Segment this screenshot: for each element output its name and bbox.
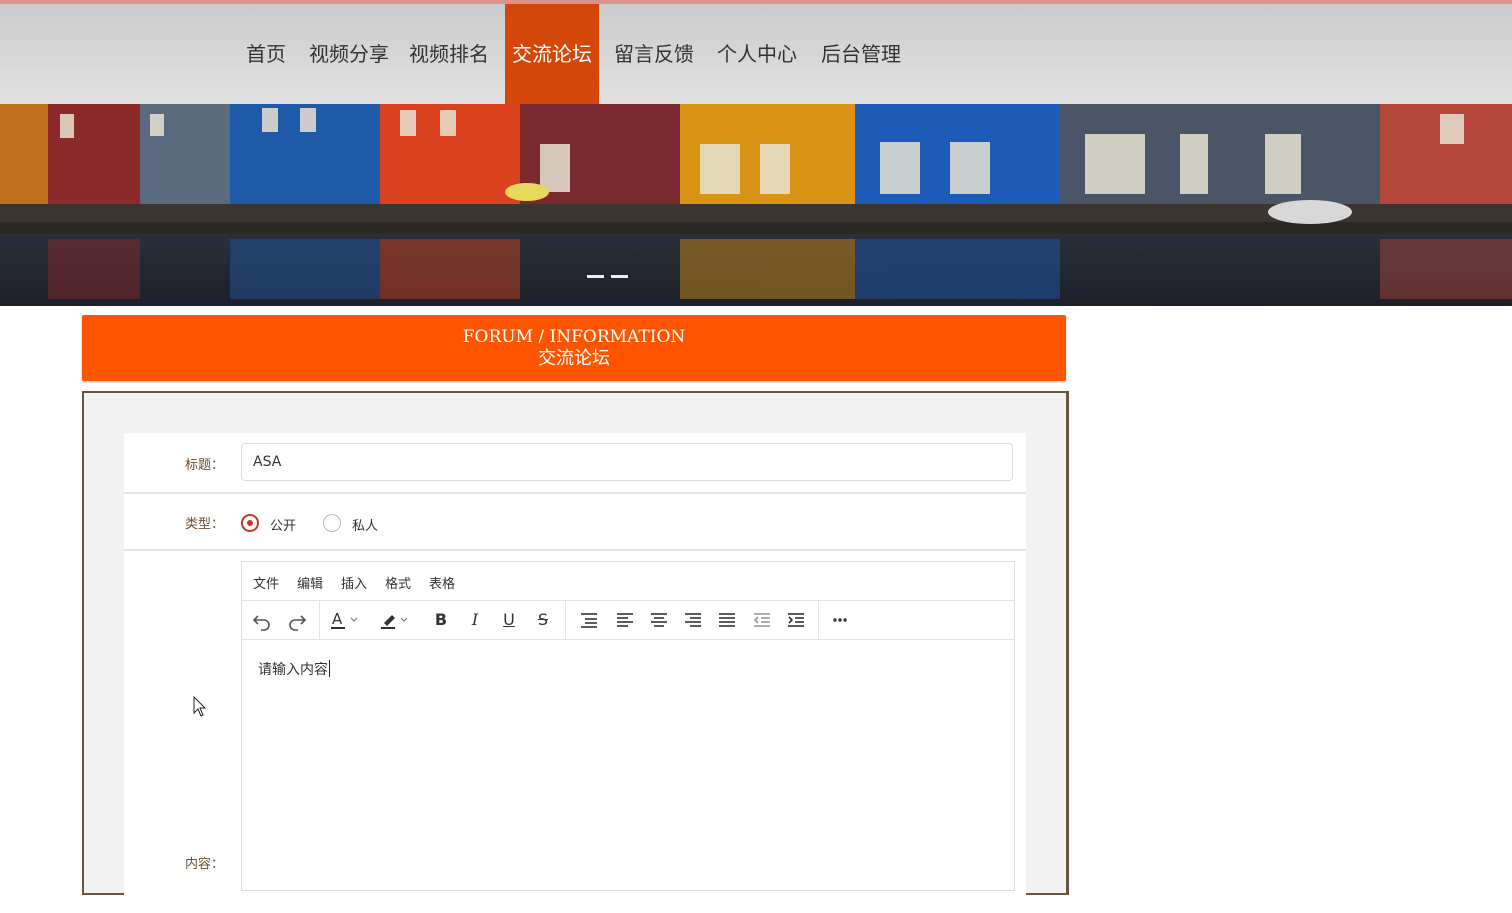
align-center-icon[interactable] — [646, 607, 672, 633]
text-color-icon[interactable]: A — [328, 607, 362, 633]
content-label: 内容： — [184, 857, 224, 872]
toolbar-separator — [565, 601, 566, 639]
svg-text:A: A — [332, 610, 343, 628]
nav-item-personal-center[interactable]: 个人中心 — [712, 4, 802, 104]
row-divider — [124, 549, 1026, 551]
banner-image — [0, 104, 1512, 306]
row-divider — [124, 492, 1026, 494]
nav-item-video-ranking[interactable]: 视频排名 — [404, 4, 494, 104]
menu-table[interactable]: 表格 — [429, 573, 455, 592]
editor-content-area[interactable]: 请输入内容 — [258, 659, 330, 679]
nav-item-feedback[interactable]: 留言反馈 — [609, 4, 699, 104]
title-input[interactable]: ASA — [241, 443, 1013, 481]
radio-private[interactable] — [323, 514, 341, 532]
menu-format[interactable]: 格式 — [385, 573, 411, 592]
banner-carousel[interactable] — [0, 104, 1512, 306]
toolbar-separator — [319, 601, 320, 639]
outdent-icon[interactable] — [749, 607, 775, 633]
nav-item-home[interactable]: 首页 — [240, 4, 292, 104]
carousel-indicator-2[interactable] — [611, 275, 628, 278]
type-label: 类型： — [184, 517, 224, 532]
editor-toolbar: A B I U S — [242, 601, 1014, 640]
strikethrough-icon[interactable]: S — [530, 607, 556, 633]
section-heading: FORUM / INFORMATION 交流论坛 — [82, 315, 1066, 381]
form-panel: 标题： ASA 类型： 公开 私人 内容： 文件 编辑 插入 格式 表格 A B… — [82, 391, 1069, 913]
nav-item-forum[interactable]: 交流论坛 — [505, 4, 599, 104]
radio-private-label[interactable]: 私人 — [352, 515, 378, 534]
more-icon[interactable] — [827, 607, 853, 633]
nav-item-video-share[interactable]: 视频分享 — [304, 4, 394, 104]
post-form: 标题： ASA 类型： 公开 私人 内容： 文件 编辑 插入 格式 表格 A B… — [124, 433, 1026, 913]
highlight-color-icon[interactable] — [378, 607, 412, 633]
align-right-icon[interactable] — [680, 607, 706, 633]
title-label: 标题： — [184, 458, 224, 473]
nav-item-admin[interactable]: 后台管理 — [816, 4, 906, 104]
bold-icon[interactable]: B — [428, 607, 454, 633]
text-caret — [329, 660, 330, 677]
menu-file[interactable]: 文件 — [253, 573, 279, 592]
italic-icon[interactable]: I — [462, 607, 488, 633]
carousel-indicator-1[interactable] — [587, 275, 604, 278]
menu-insert[interactable]: 插入 — [341, 573, 367, 592]
align-justify-icon[interactable] — [714, 607, 740, 633]
navbar: 首页 视频分享 视频排名 交流论坛 留言反馈 个人中心 后台管理 — [0, 4, 1512, 104]
section-title-en: FORUM / INFORMATION — [462, 327, 686, 347]
menu-edit[interactable]: 编辑 — [297, 573, 323, 592]
line-height-icon[interactable] — [576, 607, 602, 633]
undo-icon[interactable] — [249, 607, 275, 633]
editor-menubar: 文件 编辑 插入 格式 表格 — [242, 562, 1014, 601]
redo-icon[interactable] — [284, 607, 310, 633]
mouse-pointer-icon — [193, 695, 207, 722]
rich-text-editor: 文件 编辑 插入 格式 表格 A B I U S 请输入内容 — [241, 561, 1015, 891]
radio-public[interactable] — [241, 514, 259, 532]
editor-content-text: 请输入内容 — [258, 662, 328, 678]
toolbar-separator — [818, 601, 819, 639]
underline-icon[interactable]: U — [496, 607, 522, 633]
radio-public-label[interactable]: 公开 — [270, 515, 296, 534]
section-title-cn: 交流论坛 — [538, 348, 610, 369]
indent-icon[interactable] — [783, 607, 809, 633]
align-left-icon[interactable] — [612, 607, 638, 633]
